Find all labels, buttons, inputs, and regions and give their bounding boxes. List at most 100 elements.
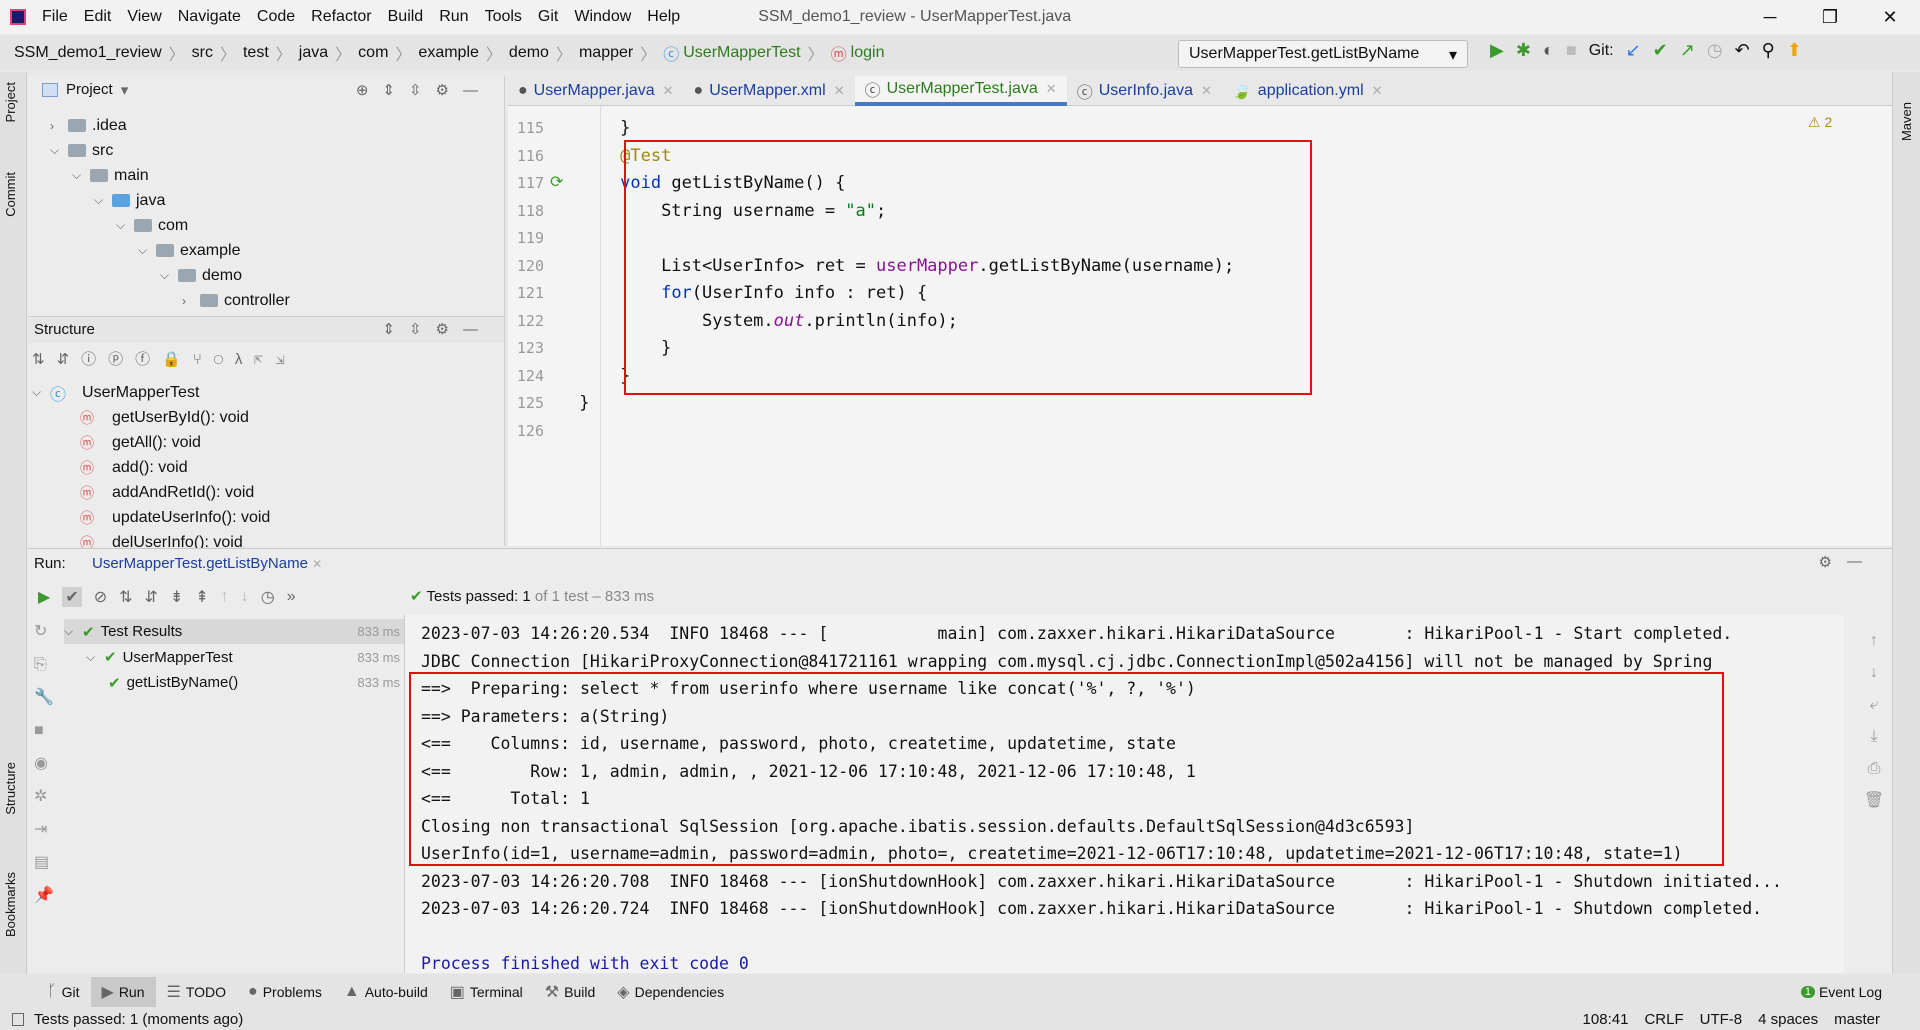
menu-window[interactable]: Window bbox=[566, 8, 639, 26]
git-branch[interactable]: master bbox=[1834, 1011, 1880, 1028]
test-node[interactable]: ✔ getListByName() 833 ms bbox=[108, 670, 404, 695]
chevron-down-icon[interactable]: ⌵ bbox=[138, 243, 156, 258]
breadcrumb-item[interactable]: example bbox=[418, 44, 478, 62]
line-separator[interactable]: CRLF bbox=[1644, 1011, 1683, 1028]
breadcrumb-item[interactable]: SSM_demo1_review bbox=[14, 44, 162, 62]
tree-item[interactable]: ⌵ example bbox=[138, 238, 240, 263]
tool-run[interactable]: ▶ Run bbox=[90, 977, 156, 1007]
close-tab-icon[interactable]: ✕ bbox=[1046, 81, 1057, 97]
run-gutter-icon[interactable]: ⟳ bbox=[550, 172, 563, 192]
close-tab-icon[interactable]: ✕ bbox=[1372, 83, 1383, 99]
menu-file[interactable]: File bbox=[34, 8, 76, 26]
bookmarks-tool-button[interactable]: Bookmarks bbox=[3, 872, 18, 937]
breadcrumb-item[interactable]: demo bbox=[509, 44, 549, 62]
tool-todo[interactable]: ☰ TODO bbox=[156, 977, 238, 1007]
tree-item[interactable]: ⌵ demo bbox=[160, 263, 242, 288]
chevron-down-icon[interactable]: ⌵ bbox=[32, 385, 50, 400]
hide-icon[interactable]: — bbox=[1847, 553, 1862, 570]
rollback-icon[interactable]: ↶ bbox=[1735, 40, 1750, 61]
project-view-select[interactable]: Project bbox=[66, 81, 113, 98]
editor-tab[interactable]: ● UserMapper.xml ✕ bbox=[684, 76, 855, 106]
run-configuration-select[interactable]: UserMapperTest.getListByName ▾ bbox=[1178, 40, 1468, 68]
tree-item[interactable]: › .idea bbox=[50, 113, 127, 138]
chevron-down-icon[interactable]: ⌵ bbox=[50, 143, 68, 158]
structure-root[interactable]: ⌵ ⓒ UserMapperTest bbox=[32, 380, 199, 405]
maven-tool-button[interactable]: Maven bbox=[1899, 102, 1914, 141]
structure-toolbar[interactable]: ⇅⇵ⓘⓟⓕ🔒⑂◯λ⇱⇲ bbox=[32, 348, 296, 369]
debug-icon[interactable]: ✱ bbox=[1516, 40, 1531, 61]
tree-item[interactable]: ⌵ main bbox=[72, 163, 149, 188]
show-passed-icon[interactable]: ✔ bbox=[62, 587, 82, 607]
collapse-all-icon[interactable]: ⇞ bbox=[195, 587, 208, 607]
tree-item[interactable]: ⌵ com bbox=[116, 213, 188, 238]
warnings-indicator[interactable]: ⚠ 2 bbox=[1808, 114, 1832, 131]
chevron-down-icon[interactable]: ⌵ bbox=[116, 218, 134, 233]
coverage-icon[interactable]: ◐ bbox=[1543, 40, 1554, 61]
tool-auto-build[interactable]: ▲ Auto-build bbox=[333, 977, 439, 1007]
sort-duration-icon[interactable]: ⇵ bbox=[145, 587, 158, 607]
tree-item[interactable]: ⌵ src bbox=[50, 138, 113, 163]
tool-build[interactable]: ⚒ Build bbox=[534, 977, 606, 1007]
history-icon[interactable]: ◷ bbox=[261, 587, 275, 607]
menu-tools[interactable]: Tools bbox=[477, 8, 530, 26]
close-tab-icon[interactable]: ✕ bbox=[1201, 83, 1212, 99]
editor-tab[interactable]: ⓒ UserMapperTest.java ✕ bbox=[854, 76, 1067, 106]
rerun-icon[interactable]: ▶ bbox=[38, 587, 50, 607]
caret-position[interactable]: 108:41 bbox=[1583, 1011, 1629, 1028]
prev-icon[interactable]: ↑ bbox=[221, 588, 229, 606]
git-update-icon[interactable]: ↙ bbox=[1626, 40, 1641, 61]
editor-tab[interactable]: ⓒ UserInfo.java ✕ bbox=[1067, 76, 1222, 106]
menu-help[interactable]: Help bbox=[639, 8, 688, 26]
chevron-right-icon[interactable]: › bbox=[50, 119, 68, 133]
breadcrumb-item[interactable]: java bbox=[299, 44, 328, 62]
project-tool-button[interactable]: Project bbox=[3, 82, 18, 122]
run-tab[interactable]: UserMapperTest.getListByName ✕ bbox=[92, 555, 322, 572]
show-ignored-icon[interactable]: ⊘ bbox=[94, 587, 107, 607]
history-icon[interactable]: ◷ bbox=[1707, 40, 1723, 61]
git-commit-icon[interactable]: ✔ bbox=[1653, 40, 1668, 61]
menu-refactor[interactable]: Refactor bbox=[303, 8, 379, 26]
run-side-actions[interactable]: ↻ ⎘ 🔧 ■ ◉ ✲ ⇥ ▤ 📌 bbox=[28, 615, 54, 915]
menu-build[interactable]: Build bbox=[380, 8, 432, 26]
close-tab-icon[interactable]: ✕ bbox=[663, 83, 674, 99]
git-push-icon[interactable]: ↗ bbox=[1680, 40, 1695, 61]
more-icon[interactable]: » bbox=[287, 588, 296, 606]
minimize-button[interactable]: ─ bbox=[1740, 0, 1800, 34]
expand-all-icon[interactable]: ⇟ bbox=[170, 587, 183, 607]
chevron-down-icon[interactable]: ⌵ bbox=[94, 193, 112, 208]
indent-setting[interactable]: 4 spaces bbox=[1758, 1011, 1818, 1028]
settings-icon[interactable]: ⚙ bbox=[1819, 553, 1832, 571]
structure-member[interactable]: ⓜ getAll(): void bbox=[80, 430, 201, 455]
tool-dependencies[interactable]: ◈ Dependencies bbox=[606, 977, 735, 1007]
sort-alpha-icon[interactable]: ⇅ bbox=[119, 587, 132, 607]
status-message[interactable]: Tests passed: 1 (moments ago) bbox=[34, 1011, 243, 1028]
next-icon[interactable]: ↓ bbox=[241, 588, 249, 606]
editor-tab[interactable]: 🍃 application.yml ✕ bbox=[1222, 76, 1393, 106]
structure-member[interactable]: ⓜ add(): void bbox=[80, 455, 188, 480]
menu-code[interactable]: Code bbox=[249, 8, 303, 26]
breadcrumb-item[interactable]: ⓜ login bbox=[831, 41, 885, 65]
breadcrumb-item[interactable]: src bbox=[192, 44, 213, 62]
breadcrumb-item[interactable]: ⓒ UserMapperTest bbox=[663, 41, 800, 65]
menu-run[interactable]: Run bbox=[431, 8, 476, 26]
search-icon[interactable]: ⚲ bbox=[1762, 40, 1775, 61]
run-icon[interactable]: ▶ bbox=[1490, 40, 1504, 61]
test-node[interactable]: ⌵ ✔ UserMapperTest 833 ms bbox=[86, 645, 404, 670]
chevron-right-icon[interactable]: › bbox=[182, 294, 200, 308]
structure-tool-button[interactable]: Structure bbox=[3, 762, 18, 815]
editor-tab[interactable]: ● UserMapper.java ✕ bbox=[508, 76, 684, 106]
structure-member[interactable]: ⓜ updateUserInfo(): void bbox=[80, 505, 270, 530]
structure-member[interactable]: ⓜ addAndRetId(): void bbox=[80, 480, 254, 505]
tool-git[interactable]: ᚴ Git bbox=[36, 977, 91, 1007]
chevron-down-icon[interactable]: ⌵ bbox=[72, 168, 90, 183]
tool-terminal[interactable]: ▣ Terminal bbox=[439, 977, 534, 1007]
breadcrumb-item[interactable]: com bbox=[358, 44, 388, 62]
menu-view[interactable]: View bbox=[119, 8, 169, 26]
chevron-down-icon[interactable]: ⌵ bbox=[64, 624, 82, 639]
commit-tool-button[interactable]: Commit bbox=[3, 172, 18, 217]
breadcrumb-item[interactable]: test bbox=[243, 44, 269, 62]
structure-member[interactable]: ⓜ getUserById(): void bbox=[80, 405, 249, 430]
breadcrumb-item[interactable]: mapper bbox=[579, 44, 633, 62]
restore-button[interactable]: ❐ bbox=[1800, 0, 1860, 34]
chevron-down-icon[interactable]: ⌵ bbox=[86, 650, 104, 665]
